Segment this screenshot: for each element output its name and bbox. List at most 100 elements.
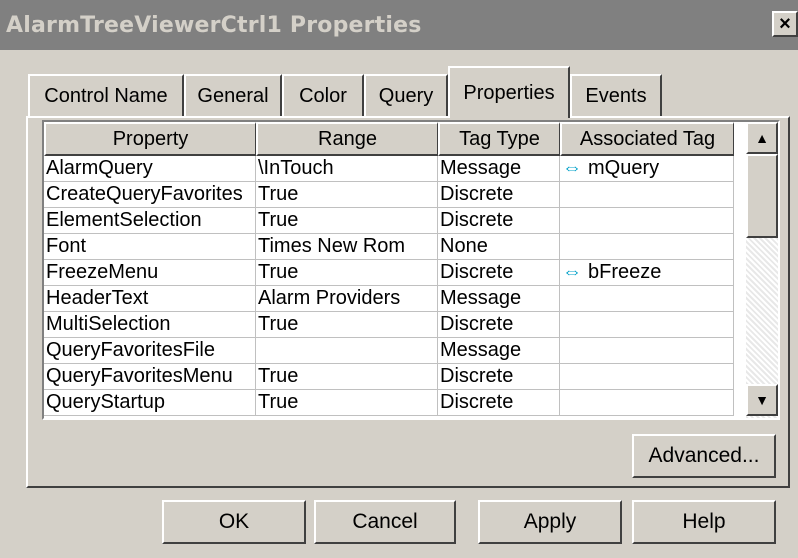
cell-property[interactable]: AlarmQuery [44,156,256,182]
cell-associated-tag[interactable] [560,390,734,416]
cell-property[interactable]: QueryStartup [44,390,256,416]
cell-associated-tag[interactable] [560,338,734,364]
cell-range[interactable]: True [256,260,438,286]
cell-tag-type[interactable]: Discrete [438,390,560,416]
scroll-up-button[interactable]: ▲ [746,122,778,154]
cell-property[interactable]: FreezeMenu [44,260,256,286]
bidirectional-arrow-icon: ⇔ [562,157,582,179]
tab-events[interactable]: Events [570,74,662,116]
cell-text: QueryFavoritesFile [46,339,215,361]
column-header-associated-tag[interactable]: Associated Tag [560,122,734,156]
bidirectional-arrow-icon: ⇔ [562,261,582,283]
properties-grid[interactable]: Property Range Tag Type Associated Tag A… [42,120,780,420]
cell-tag-type[interactable]: Message [438,156,560,182]
cell-associated-tag[interactable] [560,182,734,208]
cell-range[interactable]: True [256,364,438,390]
cell-associated-tag[interactable] [560,234,734,260]
window-title: AlarmTreeViewerCtrl1 Properties [6,12,422,38]
table-row[interactable]: ElementSelection True Discrete [44,208,744,234]
cell-text: Discrete [440,365,514,387]
help-button[interactable]: Help [632,500,776,544]
scroll-thumb[interactable] [746,154,778,238]
cell-text: Message [440,287,522,309]
cell-associated-tag[interactable]: ⇔ bFreeze [560,260,734,286]
cell-text: Discrete [440,391,514,413]
table-row[interactable]: FreezeMenu True Discrete ⇔ bFreeze [44,260,744,286]
cell-text: True [258,209,299,231]
cell-property[interactable]: HeaderText [44,286,256,312]
cell-text: HeaderText [46,287,149,309]
cell-text: True [258,261,299,283]
title-bar[interactable]: AlarmTreeViewerCtrl1 Properties × [0,0,798,50]
vertical-scrollbar[interactable]: ▲ ▼ [746,122,778,418]
table-row[interactable]: AlarmQuery \InTouch Message ⇔ mQuery [44,156,744,182]
cell-range[interactable]: Times New Rom [256,234,438,260]
cell-text: Times New Rom [258,235,406,257]
cell-associated-tag[interactable] [560,312,734,338]
cell-text: bFreeze [588,261,662,283]
table-row[interactable]: Font Times New Rom None [44,234,744,260]
cell-text: Discrete [440,209,514,231]
cell-text: FreezeMenu [46,261,159,283]
cell-text: Alarm Providers [258,287,401,309]
cell-property[interactable]: CreateQueryFavorites [44,182,256,208]
tab-color[interactable]: Color [282,74,364,116]
table-row[interactable]: MultiSelection True Discrete [44,312,744,338]
scroll-down-button[interactable]: ▼ [746,384,778,416]
table-row[interactable]: HeaderText Alarm Providers Message [44,286,744,312]
cell-property[interactable]: QueryFavoritesFile [44,338,256,364]
cell-tag-type[interactable]: Discrete [438,364,560,390]
cell-associated-tag[interactable] [560,286,734,312]
ok-button[interactable]: OK [162,500,306,544]
cell-range[interactable]: Alarm Providers [256,286,438,312]
close-icon: × [779,13,791,35]
tab-properties[interactable]: Properties [448,66,570,118]
cell-range[interactable]: True [256,312,438,338]
cell-range[interactable]: True [256,208,438,234]
tab-control-name[interactable]: Control Name [28,74,184,116]
cell-tag-type[interactable]: Message [438,286,560,312]
cell-associated-tag[interactable] [560,364,734,390]
cell-text: True [258,313,299,335]
cell-tag-type[interactable]: Discrete [438,208,560,234]
tab-label: Properties [463,81,555,104]
table-row[interactable]: QueryStartup True Discrete [44,390,744,416]
cell-range[interactable] [256,338,438,364]
cell-text: Discrete [440,313,514,335]
cell-property[interactable]: MultiSelection [44,312,256,338]
column-header-tag-type[interactable]: Tag Type [438,122,560,156]
cell-text: Message [440,157,522,179]
cell-associated-tag[interactable]: ⇔ mQuery [560,156,734,182]
cell-text: None [440,235,488,257]
cell-tag-type[interactable]: Discrete [438,260,560,286]
cell-tag-type[interactable]: Message [438,338,560,364]
cell-text: True [258,365,299,387]
tab-label: General [197,84,269,107]
cell-tag-type[interactable]: None [438,234,560,260]
cell-text: AlarmQuery [46,157,153,179]
apply-button[interactable]: Apply [478,500,622,544]
cell-tag-type[interactable]: Discrete [438,182,560,208]
column-header-property[interactable]: Property [44,122,256,156]
tab-label: Control Name [44,84,168,107]
triangle-up-icon: ▲ [755,130,769,146]
close-button[interactable]: × [772,11,798,37]
cancel-button[interactable]: Cancel [314,500,456,544]
cell-associated-tag[interactable] [560,208,734,234]
table-row[interactable]: CreateQueryFavorites True Discrete [44,182,744,208]
advanced-button[interactable]: Advanced... [632,434,776,478]
column-header-range[interactable]: Range [256,122,438,156]
tab-general[interactable]: General [184,74,282,116]
cell-text: \InTouch [258,157,334,179]
cell-range[interactable]: True [256,182,438,208]
tab-query[interactable]: Query [364,74,448,116]
cell-range[interactable]: True [256,390,438,416]
cell-property[interactable]: Font [44,234,256,260]
cell-range[interactable]: \InTouch [256,156,438,182]
table-row[interactable]: QueryFavoritesMenu True Discrete [44,364,744,390]
cell-tag-type[interactable]: Discrete [438,312,560,338]
cell-property[interactable]: QueryFavoritesMenu [44,364,256,390]
table-row[interactable]: QueryFavoritesFile Message [44,338,744,364]
cell-property[interactable]: ElementSelection [44,208,256,234]
cell-text: ElementSelection [46,209,202,231]
